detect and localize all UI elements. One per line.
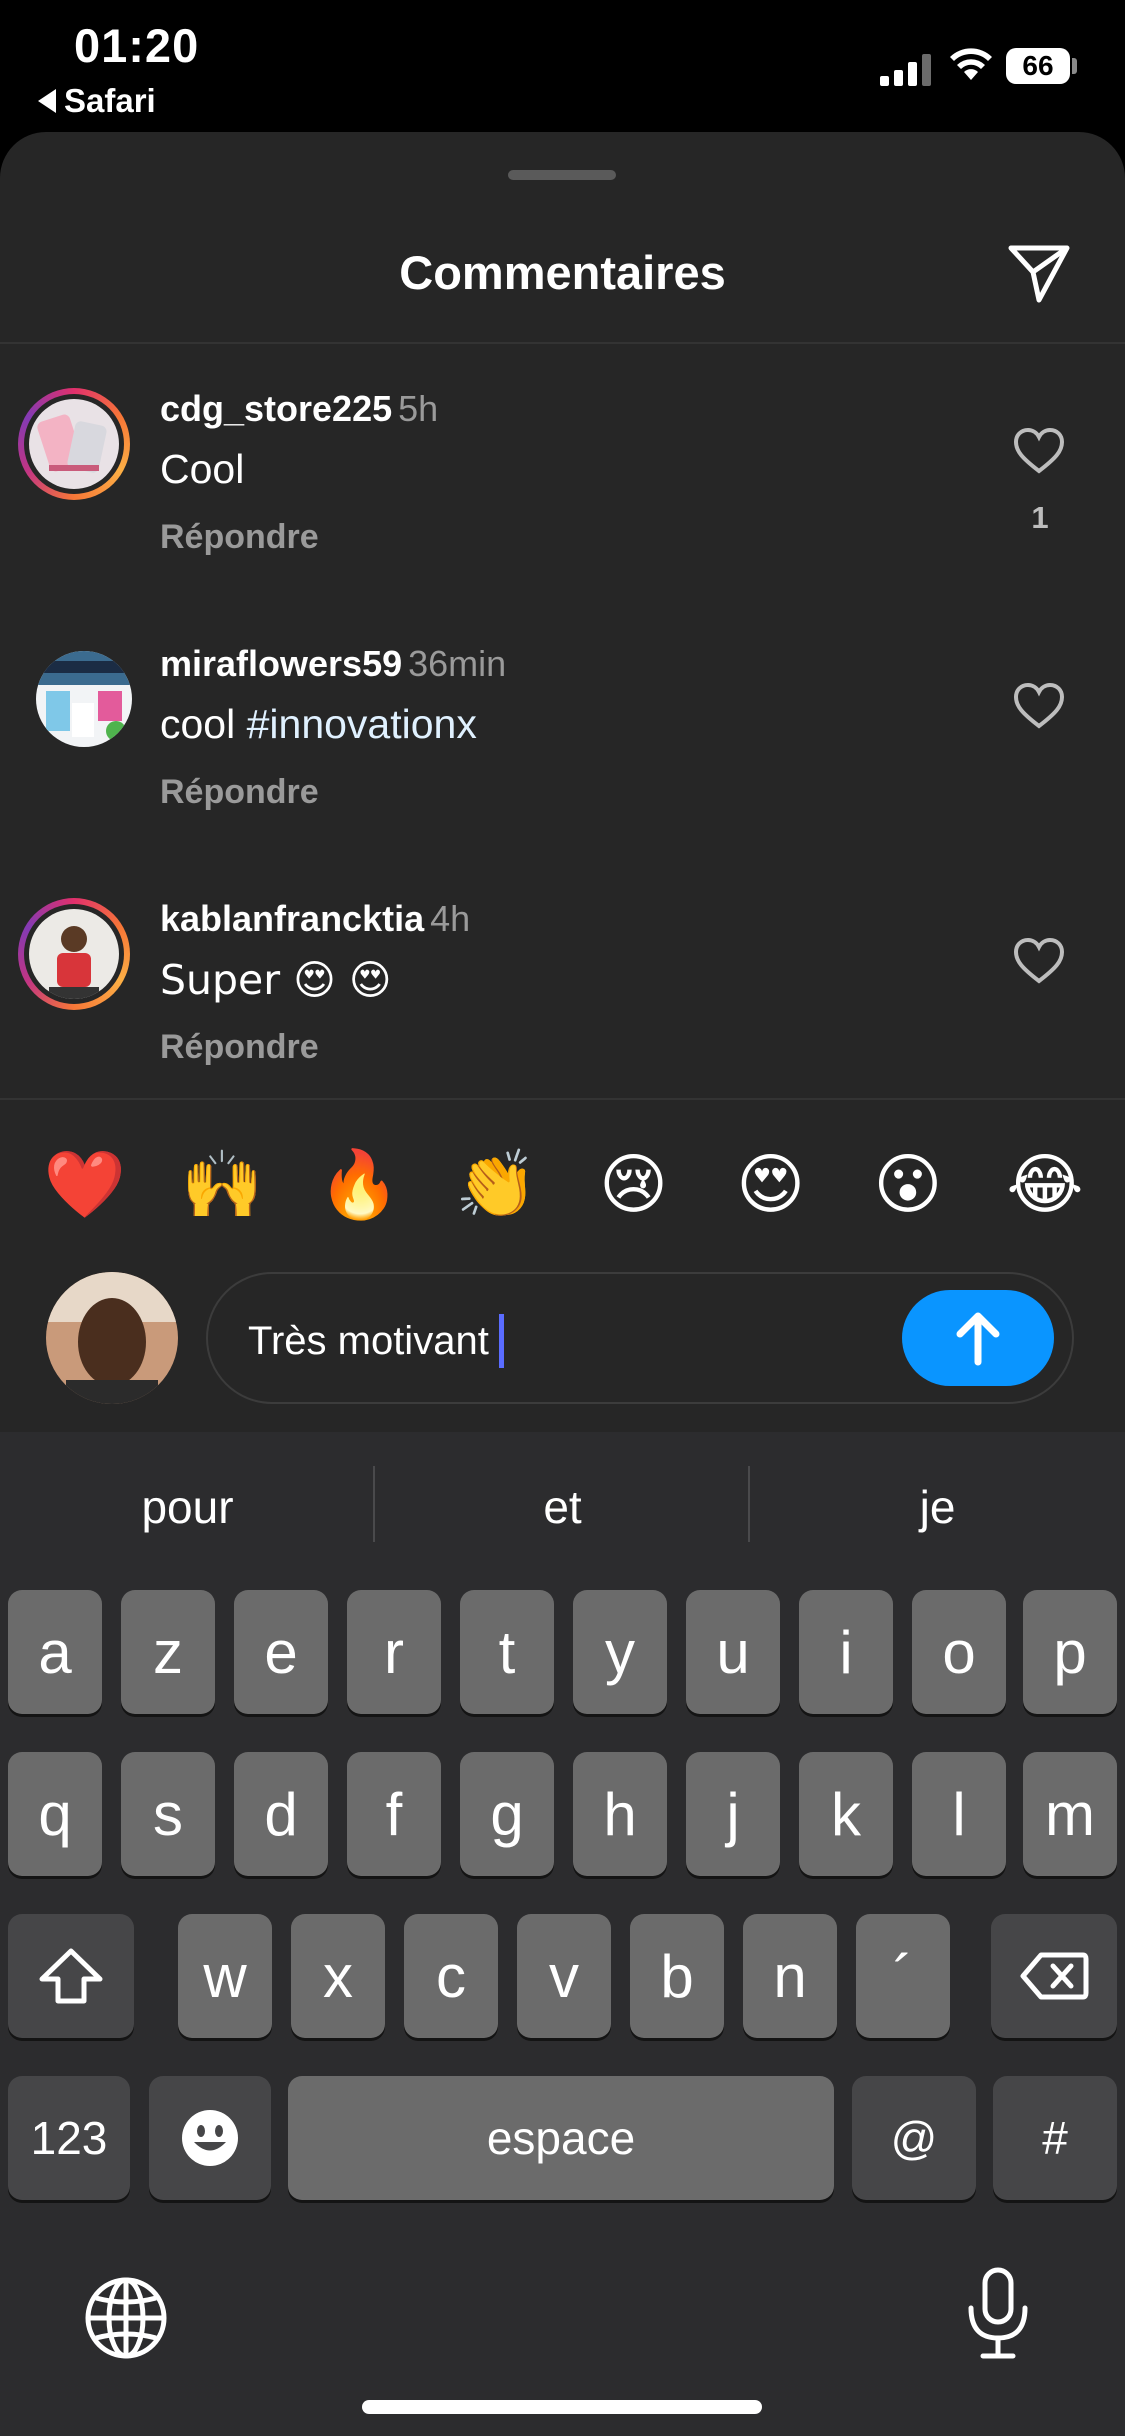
header-divider <box>0 342 1125 344</box>
reply-button[interactable]: Répondre <box>160 518 319 557</box>
emoji-raising-hands[interactable]: 🙌 <box>167 1140 277 1230</box>
key-l[interactable]: l <box>912 1752 1006 1876</box>
emoji-keyboard-key[interactable] <box>149 2076 271 2200</box>
key-v[interactable]: v <box>517 1914 611 2038</box>
key-n[interactable]: n <box>743 1914 837 2038</box>
sheet-title: Commentaires <box>399 246 726 299</box>
status-time: 01:20 <box>74 19 200 72</box>
numbers-key[interactable]: 123 <box>8 2076 130 2200</box>
reply-button[interactable]: Répondre <box>160 773 319 812</box>
key-q[interactable]: q <box>8 1752 102 1876</box>
key-m[interactable]: m <box>1023 1752 1117 1876</box>
comment-text: Super 😍 😍 <box>160 956 392 1004</box>
sheet-grabber[interactable] <box>508 170 616 180</box>
heart-icon[interactable] <box>1012 936 1066 986</box>
comment-header: kablanfrancktia 4h <box>160 898 470 940</box>
key-k[interactable]: k <box>799 1752 893 1876</box>
cellular-signal-icon <box>880 50 932 86</box>
hashtag-link[interactable]: #innovationx <box>247 701 477 747</box>
key-r[interactable]: r <box>347 1590 441 1714</box>
at-key[interactable]: @ <box>852 2076 976 2200</box>
heart-icon[interactable] <box>1012 681 1066 731</box>
quick-emoji-bar: ❤️ 🙌 🔥 👏 😢 😍 😮 😂 <box>30 1140 1100 1230</box>
key-x[interactable]: x <box>291 1914 385 2038</box>
comment-input-value[interactable]: Très motivant <box>248 1314 504 1368</box>
comment-time: 5h <box>398 388 439 429</box>
key-y[interactable]: y <box>573 1590 667 1714</box>
comment-item: cdg_store225 5h Cool Répondre 1 <box>0 388 1125 628</box>
comment-text: Cool <box>160 446 245 492</box>
shift-arrow-icon <box>39 1948 103 2004</box>
suggestion-3[interactable]: je <box>750 1480 1125 1534</box>
comment-header: cdg_store225 5h <box>160 388 438 430</box>
emoji-divider <box>0 1098 1125 1100</box>
key-e[interactable]: e <box>234 1590 328 1714</box>
key-d[interactable]: d <box>234 1752 328 1876</box>
key-a[interactable]: a <box>8 1590 102 1714</box>
comment-username[interactable]: miraflowers59 <box>160 643 402 684</box>
comment-time: 4h <box>430 898 471 939</box>
comment-item: miraflowers59 36min cool #innovationx Rép… <box>0 643 1125 883</box>
avatar-image <box>29 909 119 999</box>
text-caret <box>498 1314 504 1368</box>
avatar[interactable] <box>18 388 130 500</box>
avatar[interactable] <box>36 651 132 747</box>
home-indicator[interactable] <box>362 2400 762 2414</box>
avatar-image <box>29 399 119 489</box>
back-to-safari-link[interactable]: Safari <box>38 82 156 120</box>
key-c[interactable]: c <box>404 1914 498 2038</box>
microphone-icon[interactable] <box>963 2266 1033 2362</box>
arrow-up-icon <box>956 1312 1000 1366</box>
reply-button[interactable]: Répondre <box>160 1028 319 1067</box>
backspace-icon <box>1020 1952 1089 2000</box>
shift-key[interactable] <box>8 1914 134 2038</box>
key-j[interactable]: j <box>686 1752 780 1876</box>
key-s[interactable]: s <box>121 1752 215 1876</box>
comment-item: kablanfrancktia 4h Super 😍 😍 Répondre <box>0 898 1125 1138</box>
key-h[interactable]: h <box>573 1752 667 1876</box>
backspace-key[interactable] <box>991 1914 1117 2038</box>
globe-icon[interactable] <box>82 2274 170 2362</box>
avatar[interactable] <box>18 898 130 1010</box>
comment-text: cool #innovationx <box>160 701 477 747</box>
battery-tip <box>1072 58 1077 74</box>
hash-key[interactable]: # <box>993 2076 1117 2200</box>
emoji-red-heart[interactable]: ❤️ <box>30 1140 140 1230</box>
my-avatar <box>46 1272 178 1404</box>
send-button[interactable] <box>902 1290 1054 1386</box>
comment-username[interactable]: kablanfrancktia <box>160 898 424 939</box>
key-b[interactable]: b <box>630 1914 724 2038</box>
key-z[interactable]: z <box>121 1590 215 1714</box>
smiley-icon <box>182 2110 238 2166</box>
emoji-clapping-hands[interactable]: 👏 <box>441 1140 551 1230</box>
space-key[interactable]: espace <box>288 2076 834 2200</box>
comment-username[interactable]: cdg_store225 <box>160 388 392 429</box>
back-app-label: Safari <box>64 82 156 119</box>
key-acute-accent[interactable]: ´ <box>856 1914 950 2038</box>
key-i[interactable]: i <box>799 1590 893 1714</box>
heart-icon[interactable] <box>1012 426 1066 476</box>
like-count: 1 <box>1031 500 1049 535</box>
suggestion-1[interactable]: pour <box>0 1480 375 1534</box>
emoji-tears-of-joy[interactable]: 😂 <box>990 1140 1100 1230</box>
comment-header: miraflowers59 36min <box>160 643 506 685</box>
emoji-fire[interactable]: 🔥 <box>304 1140 414 1230</box>
key-w[interactable]: w <box>178 1914 272 2038</box>
key-f[interactable]: f <box>347 1752 441 1876</box>
back-triangle-icon <box>38 89 56 113</box>
suggestion-2[interactable]: et <box>375 1480 750 1534</box>
emoji-surprised-face[interactable]: 😮 <box>853 1140 963 1230</box>
key-g[interactable]: g <box>460 1752 554 1876</box>
paper-plane-icon[interactable] <box>1005 238 1073 306</box>
emoji-crying-face[interactable]: 😢 <box>579 1140 689 1230</box>
battery-indicator: 66 <box>1006 48 1070 84</box>
key-p[interactable]: p <box>1023 1590 1117 1714</box>
wifi-icon <box>950 48 992 80</box>
key-u[interactable]: u <box>686 1590 780 1714</box>
emoji-heart-eyes[interactable]: 😍 <box>716 1140 826 1230</box>
key-t[interactable]: t <box>460 1590 554 1714</box>
comment-time: 36min <box>408 643 507 684</box>
key-o[interactable]: o <box>912 1590 1006 1714</box>
